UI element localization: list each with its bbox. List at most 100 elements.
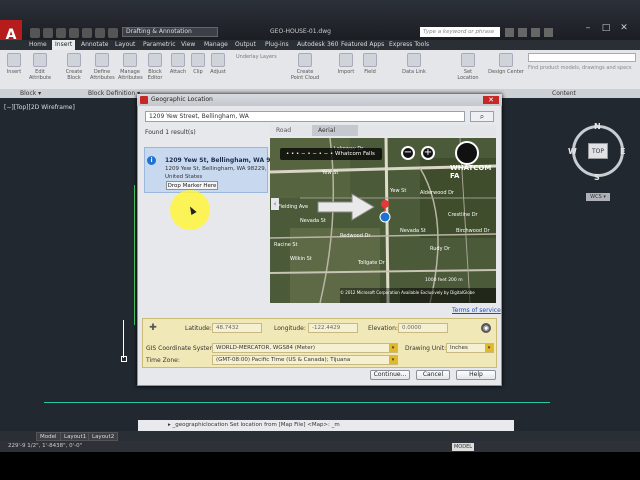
wcs-menu[interactable]: WCS ▾ [586, 193, 610, 201]
map-marker-icon[interactable] [377, 198, 393, 224]
search-icon[interactable]: ⌕ [470, 111, 494, 122]
map-label: Racine St [274, 242, 298, 248]
underlay-layers-label[interactable]: Underlay Layers [236, 54, 277, 60]
map-search-bar[interactable]: • • • − • − • − • Whatcom Falls [280, 148, 382, 160]
tab-layout2[interactable]: Layout2 [88, 432, 119, 441]
define-attributes-button[interactable]: Define Attributes [90, 53, 115, 81]
design-center-icon [499, 53, 513, 67]
tab-home[interactable]: Home [26, 40, 50, 50]
save-as-icon[interactable] [69, 28, 79, 38]
help-button[interactable]: Help [456, 370, 496, 380]
point-cloud-icon [298, 53, 312, 67]
minimize-button[interactable]: – [582, 22, 594, 34]
manage-attributes-button[interactable]: Manage Attributes [118, 53, 143, 81]
map-label: Crestline Dr [448, 212, 478, 218]
drop-marker-button[interactable]: Drop Marker Here [166, 181, 218, 190]
tab-road[interactable]: Road [270, 125, 297, 136]
ribbon-button-label: Edit Attribute [28, 69, 52, 81]
tab-model[interactable]: Model [36, 432, 61, 441]
zoom-in-button[interactable]: + [421, 146, 435, 160]
panel-block-definition[interactable]: Block Definition ▾ [88, 89, 140, 98]
model-space-button[interactable]: MODEL [452, 443, 474, 451]
tab-aerial[interactable]: Aerial [312, 125, 358, 136]
viewcube-top[interactable]: TOP [588, 143, 608, 159]
user-icon[interactable] [518, 28, 527, 37]
help-search-input[interactable]: Type a keyword or phrase [420, 27, 500, 37]
reset-icon[interactable]: ◉ [481, 323, 491, 333]
tab-featured-apps[interactable]: Featured Apps [338, 40, 387, 50]
viewcube-north[interactable]: N [594, 122, 601, 131]
time-zone-select[interactable]: (GMT-08:00) Pacific Time (US & Canada); … [212, 355, 398, 365]
create-point-cloud-button[interactable]: Create Point Cloud [290, 53, 320, 81]
block-editor-button[interactable]: Block Editor [143, 53, 167, 81]
set-location-button[interactable]: Set Location [456, 53, 480, 81]
pick-point-icon[interactable]: ✚ [148, 323, 158, 333]
close-button[interactable]: ✕ [618, 22, 630, 34]
cancel-button[interactable]: Cancel [416, 370, 450, 380]
edit-attribute-button[interactable]: Edit Attribute [28, 53, 52, 81]
tab-layout[interactable]: Layout [112, 40, 138, 50]
drawing-unit-select[interactable]: Inches ▾ [446, 343, 494, 353]
tab-layout1[interactable]: Layout1 [60, 432, 91, 441]
viewport-controls[interactable]: [−][Top][2D Wireframe] [4, 104, 75, 111]
map-label: Redwood Dr [340, 233, 371, 239]
longitude-field[interactable]: -122.4429 [308, 323, 358, 333]
save-icon[interactable] [56, 28, 66, 38]
zoom-out-button[interactable]: − [401, 146, 415, 160]
insert-button[interactable]: Insert [2, 53, 26, 75]
tab-parametric[interactable]: Parametric [140, 40, 179, 50]
map-label: Wilkin St [290, 256, 312, 262]
map-compass-icon[interactable] [455, 141, 479, 165]
field-button[interactable]: Field [358, 53, 382, 75]
print-icon[interactable] [82, 28, 92, 38]
ribbon-tabs: Home Insert Annotate Layout Parametric V… [0, 40, 640, 50]
panel-content[interactable]: Content [552, 89, 576, 98]
gis-coordinate-system-select[interactable]: WORLD-MERCATOR, WGS84 (Meter) ▾ [212, 343, 398, 353]
ribbon-button-label: Block Editor [147, 69, 163, 81]
tab-manage[interactable]: Manage [201, 40, 231, 50]
open-icon[interactable] [43, 28, 53, 38]
ribbon-button-label: Import [337, 69, 355, 75]
continue-button[interactable]: Continue... [370, 370, 410, 380]
chevron-left-icon[interactable]: ‹ [271, 198, 279, 210]
tab-view[interactable]: View [178, 40, 198, 50]
panel-block[interactable]: Block ▾ [20, 89, 41, 98]
viewcube-west[interactable]: W [568, 147, 577, 156]
help-icon[interactable] [544, 28, 553, 37]
ucs-origin-icon [121, 356, 127, 362]
latitude-field[interactable]: 48.7432 [212, 323, 262, 333]
tab-insert[interactable]: Insert [52, 40, 76, 50]
map-label: Alderwood Dr [420, 190, 454, 196]
create-block-button[interactable]: Create Block [62, 53, 86, 81]
tab-plugins[interactable]: Plug-ins [262, 40, 292, 50]
viewcube-east[interactable]: E [620, 147, 625, 156]
status-bar: 229'-9 1/2", 1'-8438", 0'-0" [0, 441, 640, 452]
new-icon[interactable] [30, 28, 40, 38]
design-center-button[interactable]: Design Center [488, 53, 524, 75]
globe-icon [461, 53, 475, 67]
redo-icon[interactable] [108, 28, 118, 38]
workspace-select[interactable]: Drafting & Annotation [122, 27, 218, 37]
terms-of-service-link[interactable]: Terms of service [452, 307, 501, 314]
import-button[interactable]: Import [334, 53, 358, 75]
address-search-input[interactable]: 1209 Yew Street, Bellingham, WA [145, 111, 465, 122]
dialog-title: Geographic Location [137, 94, 502, 106]
chevron-down-icon: ▾ [389, 344, 397, 352]
adjust-button[interactable]: Adjust [206, 53, 230, 75]
tab-annotate[interactable]: Annotate [78, 40, 111, 50]
tab-output[interactable]: Output [232, 40, 259, 50]
viewcube-south[interactable]: S [594, 173, 600, 182]
undo-icon[interactable] [95, 28, 105, 38]
dialog-close-button[interactable]: ✕ [483, 96, 499, 104]
product-search-input[interactable] [528, 53, 636, 62]
maximize-button[interactable]: □ [600, 22, 612, 34]
tz-value: (GMT-08:00) Pacific Time (US & Canada); … [216, 357, 351, 363]
elevation-field[interactable]: 0.0000 [398, 323, 448, 333]
data-link-button[interactable]: Data Link [402, 53, 426, 75]
search-icon[interactable] [505, 28, 514, 37]
tab-express-tools[interactable]: Express Tools [386, 40, 432, 50]
tab-autodesk-360[interactable]: Autodesk 360 [294, 40, 341, 50]
chevron-down-icon: ▾ [485, 344, 493, 352]
exchange-icon[interactable] [531, 28, 540, 37]
command-line[interactable]: ▸ _geographiclocation Set location from … [138, 420, 514, 431]
